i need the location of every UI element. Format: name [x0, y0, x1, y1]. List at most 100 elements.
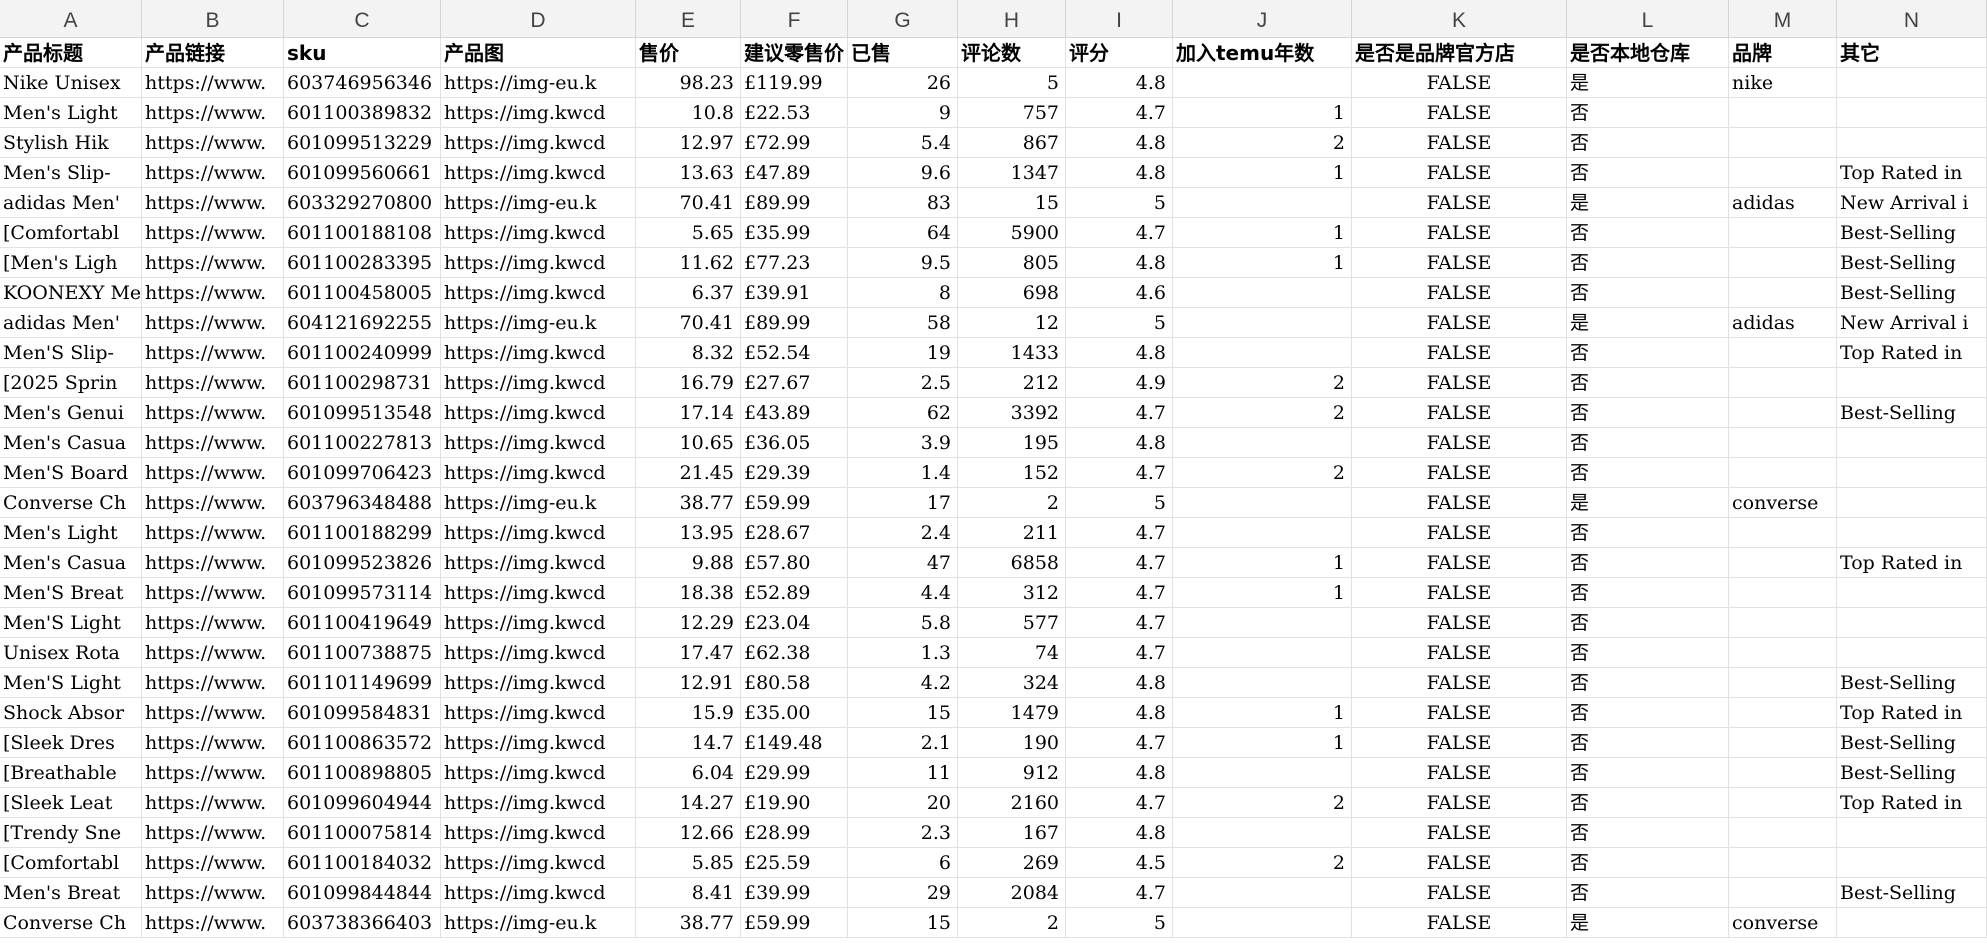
table-cell[interactable]: Converse Ch	[0, 908, 142, 938]
table-cell[interactable]: 否	[1567, 578, 1729, 608]
table-cell[interactable]: £77.23	[741, 248, 848, 278]
table-cell[interactable]: £62.38	[741, 638, 848, 668]
table-cell[interactable]: Men'S Light	[0, 608, 142, 638]
table-cell[interactable]: 2	[958, 488, 1066, 518]
table-cell[interactable]: 否	[1567, 98, 1729, 128]
table-cell[interactable]: Men'S Light	[0, 668, 142, 698]
table-cell[interactable]: https://www.	[142, 698, 284, 728]
table-cell[interactable]: 4.8	[1066, 698, 1173, 728]
table-cell[interactable]: https://www.	[142, 548, 284, 578]
table-cell[interactable]: 26	[848, 68, 958, 98]
table-cell[interactable]: 12.66	[636, 818, 741, 848]
table-cell[interactable]: https://img.kwcd	[441, 128, 636, 158]
table-cell[interactable]: 12.29	[636, 608, 741, 638]
table-cell[interactable]: 1	[1173, 698, 1352, 728]
table-cell[interactable]	[1729, 128, 1837, 158]
table-cell[interactable]: £72.99	[741, 128, 848, 158]
table-cell[interactable]	[1729, 758, 1837, 788]
header-cell[interactable]: 产品链接	[142, 38, 284, 68]
table-cell[interactable]: £149.48	[741, 728, 848, 758]
table-cell[interactable]	[1729, 218, 1837, 248]
table-cell[interactable]: 601100898805	[284, 758, 441, 788]
table-cell[interactable]: 269	[958, 848, 1066, 878]
column-letter-g[interactable]: G	[848, 0, 958, 38]
table-cell[interactable]: Stylish Hik	[0, 128, 142, 158]
table-cell[interactable]: £59.99	[741, 908, 848, 938]
table-cell[interactable]: FALSE	[1352, 278, 1567, 308]
table-cell[interactable]: 6.37	[636, 278, 741, 308]
table-cell[interactable]: https://img.kwcd	[441, 368, 636, 398]
table-cell[interactable]: FALSE	[1352, 878, 1567, 908]
table-cell[interactable]: 1433	[958, 338, 1066, 368]
table-cell[interactable]: https://img.kwcd	[441, 98, 636, 128]
table-cell[interactable]: 601099523826	[284, 548, 441, 578]
table-cell[interactable]: converse	[1729, 488, 1837, 518]
table-cell[interactable]: 否	[1567, 728, 1729, 758]
table-cell[interactable]: https://img.kwcd	[441, 698, 636, 728]
table-cell[interactable]: https://img.kwcd	[441, 338, 636, 368]
table-cell[interactable]	[1837, 638, 1987, 668]
table-cell[interactable]	[1729, 848, 1837, 878]
table-cell[interactable]	[1173, 308, 1352, 338]
table-cell[interactable]: FALSE	[1352, 368, 1567, 398]
table-cell[interactable]: Men'S Breat	[0, 578, 142, 608]
table-cell[interactable]: 4.7	[1066, 518, 1173, 548]
table-cell[interactable]	[1837, 608, 1987, 638]
table-cell[interactable]: Best-Selling	[1837, 248, 1987, 278]
table-cell[interactable]: 否	[1567, 458, 1729, 488]
table-cell[interactable]: https://www.	[142, 68, 284, 98]
table-cell[interactable]: 1.4	[848, 458, 958, 488]
table-cell[interactable]: 324	[958, 668, 1066, 698]
table-cell[interactable]: https://www.	[142, 518, 284, 548]
table-cell[interactable]: 4.7	[1066, 728, 1173, 758]
table-cell[interactable]: 757	[958, 98, 1066, 128]
table-cell[interactable]: [Trendy Sne	[0, 818, 142, 848]
table-cell[interactable]: 4.7	[1066, 608, 1173, 638]
table-cell[interactable]: https://img.kwcd	[441, 878, 636, 908]
table-cell[interactable]: 577	[958, 608, 1066, 638]
table-cell[interactable]: 5.8	[848, 608, 958, 638]
table-cell[interactable]: 否	[1567, 248, 1729, 278]
table-cell[interactable]: 9.88	[636, 548, 741, 578]
table-cell[interactable]: £119.99	[741, 68, 848, 98]
table-cell[interactable]	[1173, 908, 1352, 938]
table-cell[interactable]	[1729, 668, 1837, 698]
table-cell[interactable]: 9.5	[848, 248, 958, 278]
table-cell[interactable]: 否	[1567, 518, 1729, 548]
table-cell[interactable]: FALSE	[1352, 188, 1567, 218]
table-cell[interactable]: Men'S Board	[0, 458, 142, 488]
table-cell[interactable]: £43.89	[741, 398, 848, 428]
table-cell[interactable]: Top Rated in	[1837, 338, 1987, 368]
table-cell[interactable]: https://www.	[142, 158, 284, 188]
table-cell[interactable]	[1837, 98, 1987, 128]
table-cell[interactable]: 否	[1567, 608, 1729, 638]
table-cell[interactable]: [2025 Sprin	[0, 368, 142, 398]
table-cell[interactable]: Best-Selling	[1837, 218, 1987, 248]
table-cell[interactable]: 17.47	[636, 638, 741, 668]
table-cell[interactable]: FALSE	[1352, 578, 1567, 608]
table-cell[interactable]: 2084	[958, 878, 1066, 908]
table-cell[interactable]: 1479	[958, 698, 1066, 728]
table-cell[interactable]: FALSE	[1352, 98, 1567, 128]
table-cell[interactable]: https://www.	[142, 908, 284, 938]
table-cell[interactable]: 8.41	[636, 878, 741, 908]
table-cell[interactable]: Best-Selling	[1837, 668, 1987, 698]
table-cell[interactable]: [Men's Ligh	[0, 248, 142, 278]
table-cell[interactable]: £89.99	[741, 188, 848, 218]
table-cell[interactable]	[1837, 908, 1987, 938]
table-cell[interactable]	[1729, 338, 1837, 368]
table-cell[interactable]: https://img-eu.k	[441, 68, 636, 98]
table-cell[interactable]: adidas Men'	[0, 188, 142, 218]
table-cell[interactable]: https://www.	[142, 488, 284, 518]
table-cell[interactable]: https://img.kwcd	[441, 398, 636, 428]
table-cell[interactable]: 9	[848, 98, 958, 128]
table-cell[interactable]	[1729, 788, 1837, 818]
table-cell[interactable]: 4.8	[1066, 128, 1173, 158]
table-cell[interactable]: https://www.	[142, 338, 284, 368]
table-cell[interactable]: 2	[1173, 368, 1352, 398]
table-cell[interactable]: adidas	[1729, 188, 1837, 218]
table-cell[interactable]	[1837, 68, 1987, 98]
table-cell[interactable]: https://img.kwcd	[441, 518, 636, 548]
table-cell[interactable]: 11.62	[636, 248, 741, 278]
table-cell[interactable]: £35.99	[741, 218, 848, 248]
